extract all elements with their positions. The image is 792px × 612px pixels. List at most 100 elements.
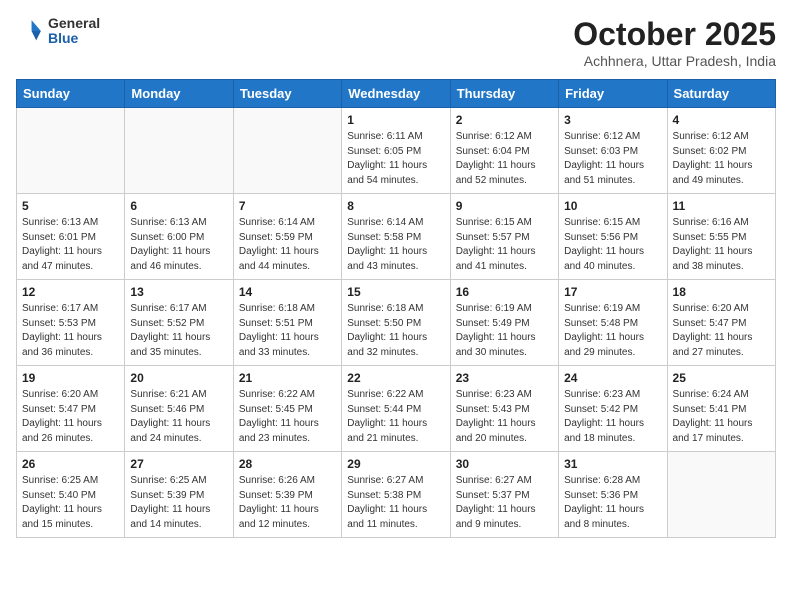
calendar-cell: 27 Sunrise: 6:25 AM Sunset: 5:39 PM Dayli… xyxy=(125,452,233,538)
day-number: 17 xyxy=(564,285,661,299)
logo-blue: Blue xyxy=(48,31,100,46)
calendar-cell: 14 Sunrise: 6:18 AM Sunset: 5:51 PM Dayli… xyxy=(233,280,341,366)
weekday-header-wednesday: Wednesday xyxy=(342,80,450,108)
day-info: Sunrise: 6:25 AM Sunset: 5:40 PM Dayligh… xyxy=(22,474,119,532)
calendar-week-1: 5 Sunrise: 6:13 AM Sunset: 6:01 PM Daylig… xyxy=(17,194,776,280)
logo-text: General Blue xyxy=(48,16,100,47)
day-number: 14 xyxy=(239,285,336,299)
calendar-cell: 1 Sunrise: 6:11 AM Sunset: 6:05 PM Daylig… xyxy=(342,108,450,194)
day-number: 31 xyxy=(564,457,661,471)
month-title: October 2025 xyxy=(573,16,776,53)
day-info: Sunrise: 6:25 AM Sunset: 5:39 PM Dayligh… xyxy=(130,474,227,532)
day-number: 10 xyxy=(564,199,661,213)
calendar-cell: 8 Sunrise: 6:14 AM Sunset: 5:58 PM Daylig… xyxy=(342,194,450,280)
day-info: Sunrise: 6:14 AM Sunset: 5:58 PM Dayligh… xyxy=(347,216,444,274)
day-number: 28 xyxy=(239,457,336,471)
calendar-cell: 10 Sunrise: 6:15 AM Sunset: 5:56 PM Dayli… xyxy=(559,194,667,280)
calendar-week-3: 19 Sunrise: 6:20 AM Sunset: 5:47 PM Dayli… xyxy=(17,366,776,452)
calendar-cell xyxy=(125,108,233,194)
day-number: 22 xyxy=(347,371,444,385)
day-number: 23 xyxy=(456,371,553,385)
calendar-cell: 13Sunrise: 6:17 AM Sunset: 5:52 PM Dayli… xyxy=(125,280,233,366)
calendar-table: SundayMondayTuesdayWednesdayThursdayFrid… xyxy=(16,79,776,538)
calendar-cell: 31 Sunrise: 6:28 AM Sunset: 5:36 PM Dayli… xyxy=(559,452,667,538)
calendar-cell: 29Sunrise: 6:27 AM Sunset: 5:38 PM Dayli… xyxy=(342,452,450,538)
day-info: Sunrise: 6:28 AM Sunset: 5:36 PM Dayligh… xyxy=(564,474,661,532)
calendar-week-4: 26Sunrise: 6:25 AM Sunset: 5:40 PM Dayli… xyxy=(17,452,776,538)
calendar-cell: 19 Sunrise: 6:20 AM Sunset: 5:47 PM Dayli… xyxy=(17,366,125,452)
weekday-header-friday: Friday xyxy=(559,80,667,108)
day-info: Sunrise: 6:15 AM Sunset: 5:57 PM Dayligh… xyxy=(456,216,553,274)
weekday-header-row: SundayMondayTuesdayWednesdayThursdayFrid… xyxy=(17,80,776,108)
calendar-cell: 23 Sunrise: 6:23 AM Sunset: 5:43 PM Dayli… xyxy=(450,366,558,452)
day-number: 8 xyxy=(347,199,444,213)
calendar-cell: 11 Sunrise: 6:16 AM Sunset: 5:55 PM Dayli… xyxy=(667,194,775,280)
day-info: Sunrise: 6:22 AM Sunset: 5:45 PM Dayligh… xyxy=(239,388,336,446)
day-info: Sunrise: 6:27 AM Sunset: 5:37 PM Dayligh… xyxy=(456,474,553,532)
day-info: Sunrise: 6:27 AM Sunset: 5:38 PM Dayligh… xyxy=(347,474,444,532)
day-number: 1 xyxy=(347,113,444,127)
calendar-cell: 18 Sunrise: 6:20 AM Sunset: 5:47 PM Dayli… xyxy=(667,280,775,366)
day-info: Sunrise: 6:21 AM Sunset: 5:46 PM Dayligh… xyxy=(130,388,227,446)
calendar-cell xyxy=(233,108,341,194)
day-number: 27 xyxy=(130,457,227,471)
day-info: Sunrise: 6:19 AM Sunset: 5:49 PM Dayligh… xyxy=(456,302,553,360)
day-number: 4 xyxy=(673,113,770,127)
day-number: 19 xyxy=(22,371,119,385)
calendar-cell: 21Sunrise: 6:22 AM Sunset: 5:45 PM Dayli… xyxy=(233,366,341,452)
calendar-cell: 24Sunrise: 6:23 AM Sunset: 5:42 PM Dayli… xyxy=(559,366,667,452)
calendar-cell: 16 Sunrise: 6:19 AM Sunset: 5:49 PM Dayli… xyxy=(450,280,558,366)
calendar-cell: 2Sunrise: 6:12 AM Sunset: 6:04 PM Daylig… xyxy=(450,108,558,194)
calendar-cell: 12 Sunrise: 6:17 AM Sunset: 5:53 PM Dayli… xyxy=(17,280,125,366)
day-number: 12 xyxy=(22,285,119,299)
calendar-cell: 28 Sunrise: 6:26 AM Sunset: 5:39 PM Dayli… xyxy=(233,452,341,538)
day-info: Sunrise: 6:15 AM Sunset: 5:56 PM Dayligh… xyxy=(564,216,661,274)
day-number: 7 xyxy=(239,199,336,213)
day-info: Sunrise: 6:18 AM Sunset: 5:51 PM Dayligh… xyxy=(239,302,336,360)
calendar-cell xyxy=(17,108,125,194)
location: Achhnera, Uttar Pradesh, India xyxy=(573,53,776,69)
day-info: Sunrise: 6:20 AM Sunset: 5:47 PM Dayligh… xyxy=(673,302,770,360)
logo-icon xyxy=(16,17,44,45)
day-info: Sunrise: 6:20 AM Sunset: 5:47 PM Dayligh… xyxy=(22,388,119,446)
day-info: Sunrise: 6:13 AM Sunset: 6:00 PM Dayligh… xyxy=(130,216,227,274)
day-number: 6 xyxy=(130,199,227,213)
day-info: Sunrise: 6:19 AM Sunset: 5:48 PM Dayligh… xyxy=(564,302,661,360)
day-info: Sunrise: 6:23 AM Sunset: 5:42 PM Dayligh… xyxy=(564,388,661,446)
weekday-header-tuesday: Tuesday xyxy=(233,80,341,108)
day-number: 9 xyxy=(456,199,553,213)
calendar-cell: 30Sunrise: 6:27 AM Sunset: 5:37 PM Dayli… xyxy=(450,452,558,538)
day-info: Sunrise: 6:26 AM Sunset: 5:39 PM Dayligh… xyxy=(239,474,336,532)
day-info: Sunrise: 6:13 AM Sunset: 6:01 PM Dayligh… xyxy=(22,216,119,274)
day-info: Sunrise: 6:23 AM Sunset: 5:43 PM Dayligh… xyxy=(456,388,553,446)
day-number: 3 xyxy=(564,113,661,127)
day-info: Sunrise: 6:17 AM Sunset: 5:53 PM Dayligh… xyxy=(22,302,119,360)
day-info: Sunrise: 6:12 AM Sunset: 6:02 PM Dayligh… xyxy=(673,130,770,188)
day-number: 5 xyxy=(22,199,119,213)
day-info: Sunrise: 6:22 AM Sunset: 5:44 PM Dayligh… xyxy=(347,388,444,446)
calendar-cell: 7 Sunrise: 6:14 AM Sunset: 5:59 PM Daylig… xyxy=(233,194,341,280)
day-number: 16 xyxy=(456,285,553,299)
weekday-header-saturday: Saturday xyxy=(667,80,775,108)
calendar-cell: 3Sunrise: 6:12 AM Sunset: 6:03 PM Daylig… xyxy=(559,108,667,194)
day-number: 18 xyxy=(673,285,770,299)
day-number: 13 xyxy=(130,285,227,299)
day-info: Sunrise: 6:11 AM Sunset: 6:05 PM Dayligh… xyxy=(347,130,444,188)
logo: General Blue xyxy=(16,16,100,47)
day-info: Sunrise: 6:16 AM Sunset: 5:55 PM Dayligh… xyxy=(673,216,770,274)
calendar-cell: 20 Sunrise: 6:21 AM Sunset: 5:46 PM Dayli… xyxy=(125,366,233,452)
calendar-cell: 6 Sunrise: 6:13 AM Sunset: 6:00 PM Daylig… xyxy=(125,194,233,280)
weekday-header-monday: Monday xyxy=(125,80,233,108)
day-info: Sunrise: 6:24 AM Sunset: 5:41 PM Dayligh… xyxy=(673,388,770,446)
day-info: Sunrise: 6:14 AM Sunset: 5:59 PM Dayligh… xyxy=(239,216,336,274)
calendar-cell: 17 Sunrise: 6:19 AM Sunset: 5:48 PM Dayli… xyxy=(559,280,667,366)
calendar-cell: 22 Sunrise: 6:22 AM Sunset: 5:44 PM Dayli… xyxy=(342,366,450,452)
day-info: Sunrise: 6:18 AM Sunset: 5:50 PM Dayligh… xyxy=(347,302,444,360)
calendar-cell: 25Sunrise: 6:24 AM Sunset: 5:41 PM Dayli… xyxy=(667,366,775,452)
calendar-cell: 9 Sunrise: 6:15 AM Sunset: 5:57 PM Daylig… xyxy=(450,194,558,280)
day-number: 20 xyxy=(130,371,227,385)
calendar-week-2: 12 Sunrise: 6:17 AM Sunset: 5:53 PM Dayli… xyxy=(17,280,776,366)
calendar-week-0: 1 Sunrise: 6:11 AM Sunset: 6:05 PM Daylig… xyxy=(17,108,776,194)
weekday-header-thursday: Thursday xyxy=(450,80,558,108)
day-number: 11 xyxy=(673,199,770,213)
